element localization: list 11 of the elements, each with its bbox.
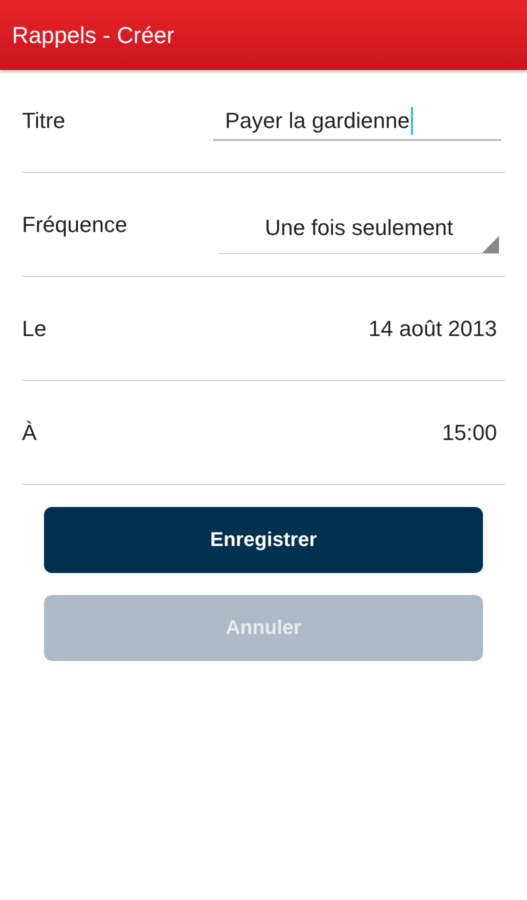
field-label: Fréquence xyxy=(22,212,128,238)
field-value[interactable]: 14 août 2013 xyxy=(368,316,497,342)
field-label: Le xyxy=(22,316,46,342)
app-bar-title: Rappels - Créer xyxy=(12,22,174,48)
title-field[interactable]: Payer la gardienne xyxy=(213,101,501,141)
save-button[interactable]: Enregistrer xyxy=(44,507,483,573)
field-label: Titre xyxy=(22,108,66,134)
frequency-dropdown[interactable]: Une fois seulement xyxy=(219,215,499,254)
field-label: À xyxy=(22,420,37,446)
dropdown-corner-icon xyxy=(482,236,499,253)
field-value[interactable]: 15:00 xyxy=(442,420,497,446)
